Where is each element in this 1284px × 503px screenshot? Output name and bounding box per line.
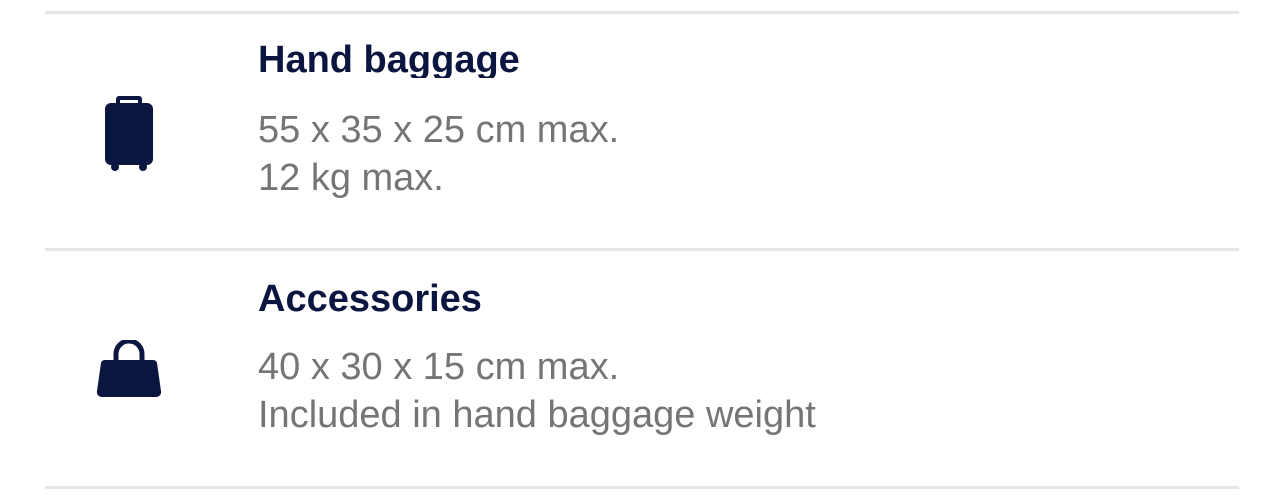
divider-bottom	[45, 486, 1239, 489]
item-dimensions: 55 x 35 x 25 cm max.	[258, 109, 620, 151]
baggage-item-hand-baggage: Hand baggage 55 x 35 x 25 cm max. 12 kg …	[0, 0, 1284, 248]
item-weight-note: Included in hand baggage weight	[258, 394, 816, 436]
baggage-item-accessories: Accessories 40 x 30 x 15 cm max. Include…	[0, 251, 1284, 486]
item-title: Hand baggage	[258, 39, 520, 78]
suitcase-icon	[104, 94, 154, 177]
item-title: Accessories	[258, 278, 482, 320]
item-weight: 12 kg max.	[258, 157, 444, 199]
handbag-icon	[96, 338, 162, 405]
item-dimensions: 40 x 30 x 15 cm max.	[258, 346, 620, 388]
